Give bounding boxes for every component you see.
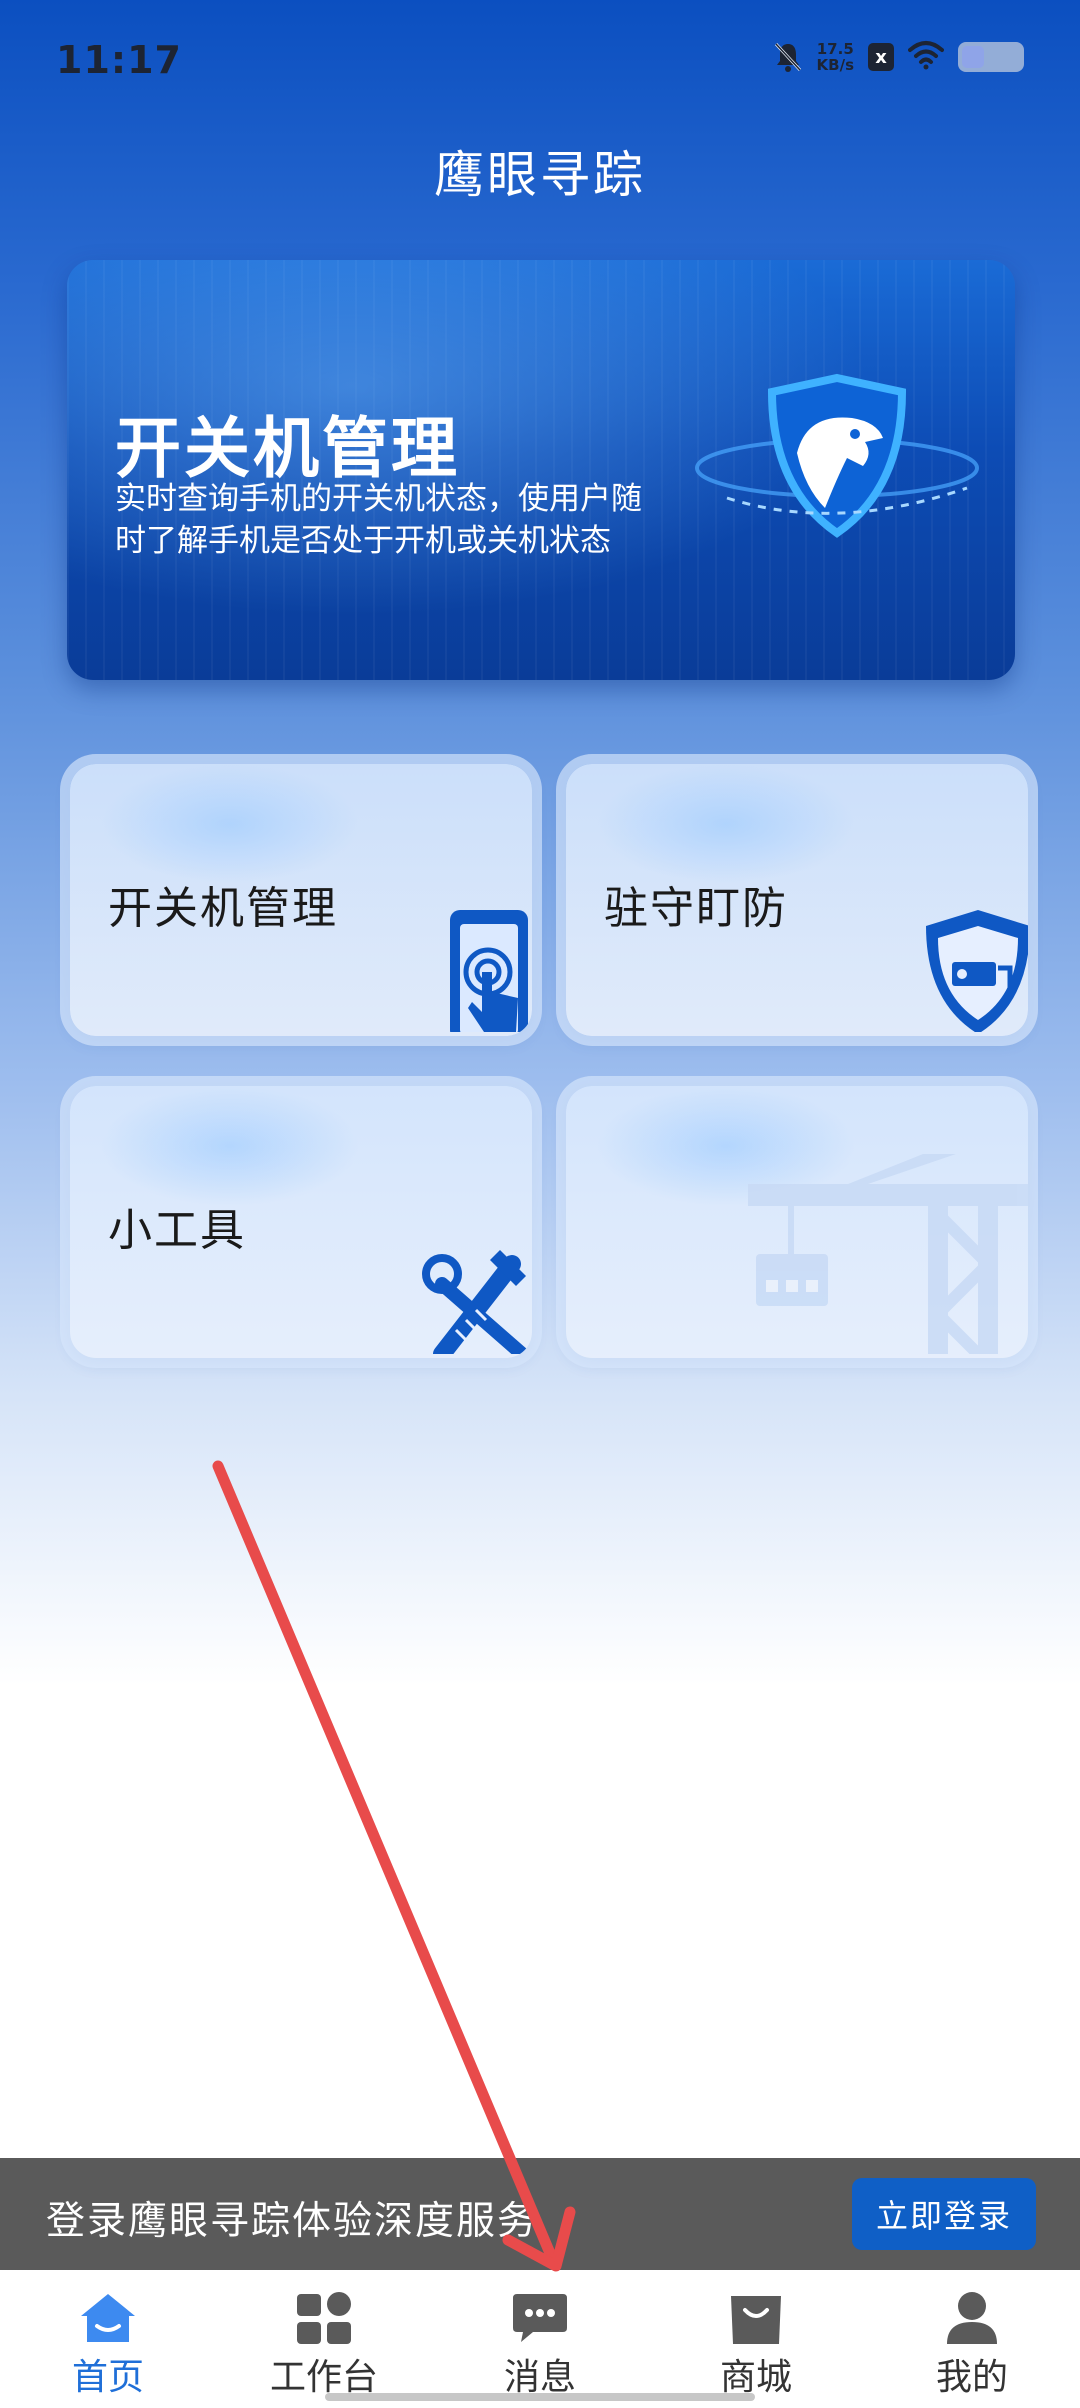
phone-touch-icon <box>432 902 532 1036</box>
tile-guard-watch[interactable]: 驻守盯防 <box>566 764 1028 1036</box>
home-icon <box>78 2290 138 2346</box>
shop-bag-icon <box>726 2290 786 2346</box>
feature-banner[interactable]: 开关机管理 实时查询手机的开关机状态，使用户随 时了解手机是否处于开机或关机状态 <box>67 260 1015 680</box>
banner-description-line-2: 时了解手机是否处于开机或关机状态 <box>115 523 611 559</box>
battery-icon <box>958 42 1024 72</box>
profile-icon <box>942 2290 1002 2346</box>
nav-item-messages[interactable]: 消息 <box>432 2270 648 2408</box>
banner-title: 开关机管理 <box>115 410 460 487</box>
login-button[interactable]: 立即登录 <box>852 2178 1036 2250</box>
page-title: 鹰眼寻踪 <box>434 146 646 204</box>
tile-tools[interactable]: 小工具 <box>70 1086 532 1358</box>
status-time: 11:17 <box>56 38 182 82</box>
tile-construction[interactable] <box>566 1086 1028 1358</box>
nav-item-shop[interactable]: 商城 <box>648 2270 864 2408</box>
mute-bell-icon <box>773 41 803 73</box>
bottom-navigation: 首页 工作台 消息 商城 我的 <box>0 2270 1080 2408</box>
eagle-shield-logo-icon <box>687 358 987 598</box>
tools-icon <box>422 1244 532 1358</box>
nav-label: 我的 <box>935 2357 1008 2398</box>
nav-item-workbench[interactable]: 工作台 <box>216 2270 432 2408</box>
status-icons: 17.5 KB/s x <box>773 40 1024 74</box>
status-bar: 11:17 17.5 KB/s x <box>0 0 1080 125</box>
nav-item-home[interactable]: 首页 <box>0 2270 216 2408</box>
network-speed: 17.5 KB/s <box>817 41 854 73</box>
login-prompt-bar: 登录鹰眼寻踪体验深度服务 立即登录 <box>0 2158 1080 2270</box>
banner-description-line-1: 实时查询手机的开关机状态，使用户随 <box>115 481 642 517</box>
tile-label: 小工具 <box>108 1205 246 1256</box>
shield-camera-icon <box>918 902 1028 1036</box>
wifi-icon <box>908 40 944 74</box>
message-icon <box>510 2290 570 2346</box>
login-prompt-text: 登录鹰眼寻踪体验深度服务 <box>46 2199 539 2244</box>
nav-label: 首页 <box>71 2357 144 2398</box>
nav-item-profile[interactable]: 我的 <box>864 2270 1080 2408</box>
network-speed-unit: KB/s <box>816 56 854 74</box>
crane-icon <box>728 1144 1028 1358</box>
app-notification-icon: x <box>868 43 894 71</box>
tile-label: 驻守盯防 <box>604 883 788 934</box>
network-speed-value: 17.5 <box>816 40 854 58</box>
banner-description: 实时查询手机的开关机状态，使用户随 时了解手机是否处于开机或关机状态 <box>115 478 715 562</box>
tile-label: 开关机管理 <box>108 883 338 934</box>
tile-power-management[interactable]: 开关机管理 <box>70 764 532 1036</box>
grid-icon <box>294 2290 354 2346</box>
home-indicator <box>325 2393 755 2401</box>
